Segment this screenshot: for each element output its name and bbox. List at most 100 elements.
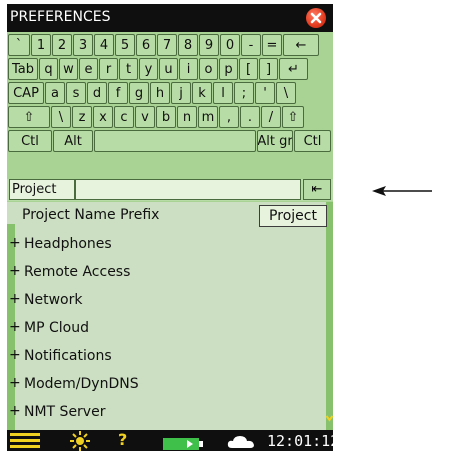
key-d[interactable]: d [87, 82, 107, 104]
key-k[interactable]: k [192, 82, 212, 104]
key-z[interactable]: z [72, 106, 92, 128]
preferences-list: Project Name Prefix Project + Headphones… [7, 202, 333, 430]
chevron-down-icon[interactable] [325, 410, 333, 424]
project-name-prefix-field[interactable]: Project [259, 205, 327, 227]
key-b[interactable]: b [156, 106, 176, 128]
key-a[interactable]: a [45, 82, 65, 104]
project-name-prefix-label: Project Name Prefix [22, 207, 160, 223]
expand-icon[interactable]: + [9, 263, 21, 279]
key-ctrl-right[interactable]: Ctl [294, 130, 331, 152]
key-shift-left[interactable]: ⇧ [8, 106, 50, 128]
menu-icon[interactable] [10, 433, 40, 451]
expand-icon[interactable]: + [9, 291, 21, 307]
preferences-window: PREFERENCES ` 1 2 3 4 5 6 7 8 9 0 - = ← … [7, 4, 333, 451]
key-s[interactable]: s [66, 82, 86, 104]
key-backtick[interactable]: ` [8, 34, 30, 56]
backspace-to-start-button[interactable]: ⇤ [303, 179, 331, 200]
key-l[interactable]: l [213, 82, 233, 104]
key-backspace[interactable]: ← [283, 34, 319, 56]
group-label: Modem/DynDNS [24, 376, 139, 392]
key-semicolon[interactable]: ; [234, 82, 254, 104]
key-ctrl-left[interactable]: Ctl [8, 130, 52, 152]
key-slash[interactable]: / [261, 106, 281, 128]
entry-input[interactable] [75, 179, 301, 200]
close-icon[interactable] [306, 8, 326, 28]
key-quote[interactable]: ' [255, 82, 275, 104]
key-j[interactable]: j [171, 82, 191, 104]
key-left-bracket[interactable]: [ [239, 58, 258, 80]
key-alt[interactable]: Alt [53, 130, 93, 152]
title-bar: PREFERENCES [7, 4, 333, 32]
key-c[interactable]: c [114, 106, 134, 128]
group-modem-dyndns[interactable]: + Modem/DynDNS [7, 371, 325, 398]
key-x[interactable]: x [93, 106, 113, 128]
key-minus[interactable]: - [241, 34, 261, 56]
key-7[interactable]: 7 [157, 34, 177, 56]
key-8[interactable]: 8 [178, 34, 198, 56]
key-f[interactable]: f [108, 82, 128, 104]
group-nmt-server[interactable]: + NMT Server [7, 399, 325, 426]
expand-icon[interactable]: + [9, 347, 21, 363]
key-tab[interactable]: Tab [8, 58, 38, 80]
group-headphones[interactable]: + Headphones [7, 231, 325, 258]
help-icon[interactable]: ? [118, 430, 127, 449]
key-m[interactable]: m [198, 106, 218, 128]
key-u[interactable]: u [159, 58, 178, 80]
cloud-icon [227, 434, 255, 451]
key-4[interactable]: 4 [94, 34, 114, 56]
key-o[interactable]: o [199, 58, 218, 80]
expand-icon[interactable]: + [9, 375, 21, 391]
key-6[interactable]: 6 [136, 34, 156, 56]
key-g[interactable]: g [129, 82, 149, 104]
scrollbar[interactable] [326, 202, 333, 430]
key-9[interactable]: 9 [199, 34, 219, 56]
key-p[interactable]: p [219, 58, 238, 80]
key-5[interactable]: 5 [115, 34, 135, 56]
key-3[interactable]: 3 [73, 34, 93, 56]
group-label: Headphones [24, 236, 112, 252]
expand-icon[interactable]: + [9, 235, 21, 251]
group-remote-access[interactable]: + Remote Access [7, 259, 325, 286]
expand-icon[interactable]: + [9, 403, 21, 419]
group-label: MP Cloud [24, 320, 89, 336]
key-right-bracket[interactable]: ] [259, 58, 278, 80]
group-notifications[interactable]: + Notifications [7, 343, 325, 370]
group-network[interactable]: + Network [7, 287, 325, 314]
key-v[interactable]: v [135, 106, 155, 128]
key-r[interactable]: r [99, 58, 118, 80]
key-enter[interactable]: ↵ [279, 58, 308, 80]
key-t[interactable]: t [119, 58, 138, 80]
key-h[interactable]: h [150, 82, 170, 104]
key-2[interactable]: 2 [52, 34, 72, 56]
status-bar: ? 12:01:12 [7, 430, 333, 451]
sun-icon[interactable] [70, 431, 90, 451]
key-e[interactable]: e [79, 58, 98, 80]
group-label: NMT Server [24, 404, 106, 420]
group-label: Notifications [24, 348, 112, 364]
key-backslash-2[interactable]: \ [51, 106, 71, 128]
key-0[interactable]: 0 [220, 34, 240, 56]
key-shift-right[interactable]: ⇧ [282, 106, 304, 128]
key-n[interactable]: n [177, 106, 197, 128]
key-space[interactable] [94, 130, 256, 152]
project-name-prefix-row: Project Name Prefix Project [7, 202, 327, 228]
battery-icon [163, 435, 203, 451]
entry-field-label: Project [9, 179, 75, 200]
key-equals[interactable]: = [262, 34, 282, 56]
key-alt-gr[interactable]: Alt gr [257, 130, 293, 152]
key-w[interactable]: w [59, 58, 78, 80]
text-entry-row: Project ⇤ [7, 179, 333, 201]
group-mp-cloud[interactable]: + MP Cloud [7, 315, 325, 342]
key-i[interactable]: i [179, 58, 198, 80]
key-caps[interactable]: CAP [8, 82, 44, 104]
expand-icon[interactable]: + [9, 319, 21, 335]
key-y[interactable]: y [139, 58, 158, 80]
key-1[interactable]: 1 [31, 34, 51, 56]
arrow-left-icon [372, 183, 432, 202]
group-label: Remote Access [24, 264, 131, 280]
key-q[interactable]: q [39, 58, 58, 80]
key-backslash[interactable]: \ [276, 82, 296, 104]
key-period[interactable]: . [240, 106, 260, 128]
clock: 12:01:12 [267, 432, 333, 450]
key-comma[interactable]: , [219, 106, 239, 128]
